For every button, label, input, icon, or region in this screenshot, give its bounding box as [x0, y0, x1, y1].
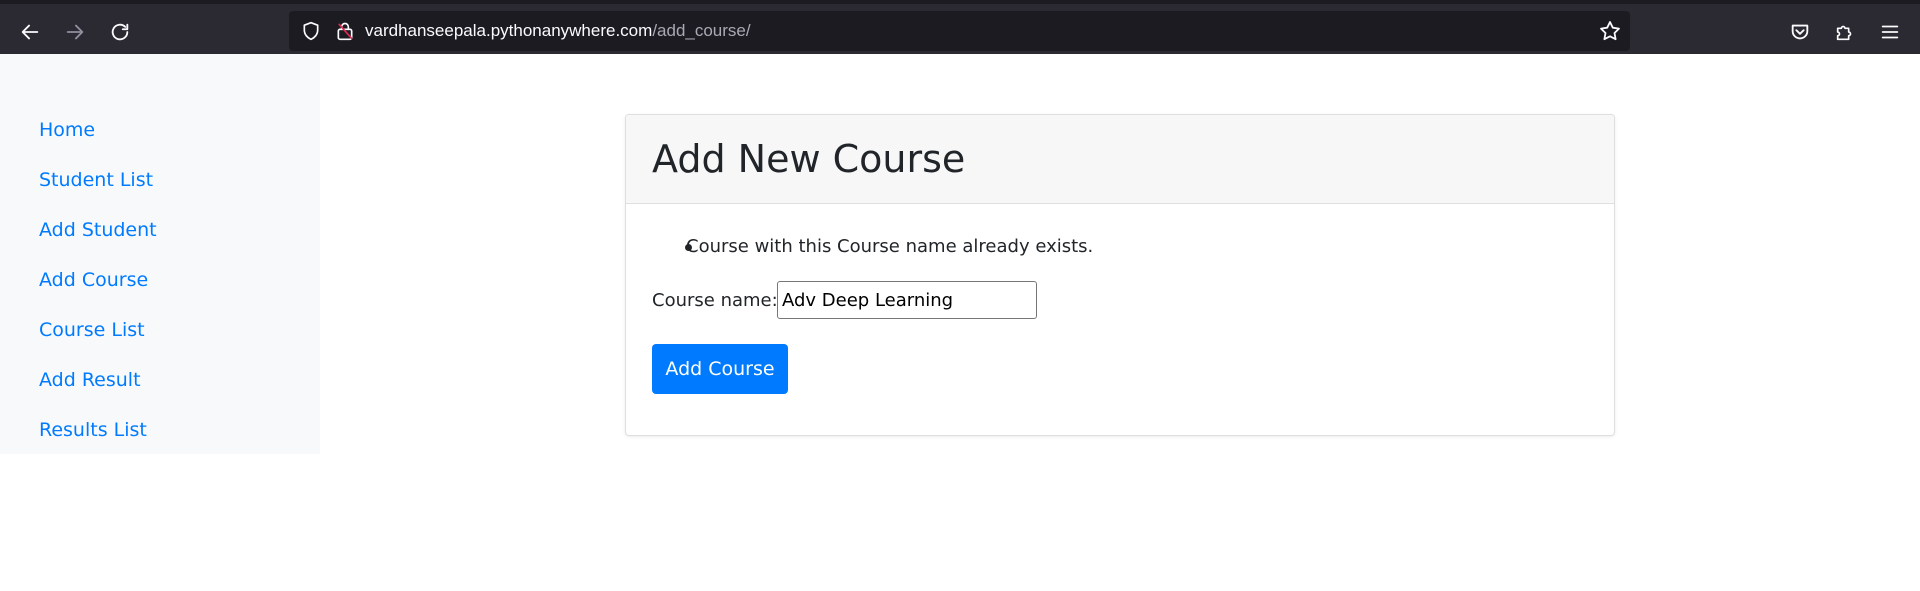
url-text[interactable]: vardhanseepala.pythonanywhere.com/add_co… [365, 21, 751, 41]
puzzle-icon [1836, 25, 1852, 41]
url-path: /add_course/ [652, 21, 751, 40]
reload-button[interactable] [104, 16, 136, 48]
lock-icon[interactable] [335, 21, 355, 41]
sidebar-item-results-list[interactable]: Results List [39, 418, 147, 442]
pocket-icon [1791, 24, 1809, 40]
sidebar-item-add-student[interactable]: Add Student [39, 218, 157, 242]
hamburger-menu-icon [1881, 25, 1899, 39]
add-course-card: Add New Course Course with this Course n… [625, 114, 1615, 436]
course-name-input[interactable] [777, 281, 1037, 319]
arrow-right-icon [66, 24, 84, 40]
sidebar-item-add-result[interactable]: Add Result [39, 368, 141, 392]
sidebar-item-student-list[interactable]: Student List [39, 168, 153, 192]
sidebar: Home Student List Add Student Add Course… [0, 54, 320, 454]
back-button[interactable] [14, 16, 46, 48]
extensions-button[interactable] [1829, 16, 1861, 48]
sidebar-item-course-list[interactable]: Course List [39, 318, 145, 342]
reload-icon [111, 23, 129, 41]
error-message: Course with this Course name already exi… [686, 236, 1094, 257]
forward-button[interactable] [59, 16, 91, 48]
star-icon[interactable] [1598, 19, 1622, 43]
menu-button[interactable] [1874, 16, 1906, 48]
browser-toolbar: vardhanseepala.pythonanywhere.com/add_co… [0, 0, 1920, 54]
sidebar-item-home[interactable]: Home [39, 118, 95, 142]
add-course-button[interactable]: Add Course [652, 344, 788, 394]
shield-icon[interactable] [301, 21, 321, 41]
course-name-label: Course name: [652, 290, 778, 311]
page-title: Add New Course [652, 137, 966, 181]
sidebar-item-add-course[interactable]: Add Course [39, 268, 148, 292]
pocket-button[interactable] [1784, 16, 1816, 48]
arrow-left-icon [21, 24, 39, 40]
card-header: Add New Course [626, 115, 1614, 204]
url-host: vardhanseepala.pythonanywhere.com [365, 21, 653, 40]
url-bar[interactable]: vardhanseepala.pythonanywhere.com/add_co… [289, 11, 1630, 51]
